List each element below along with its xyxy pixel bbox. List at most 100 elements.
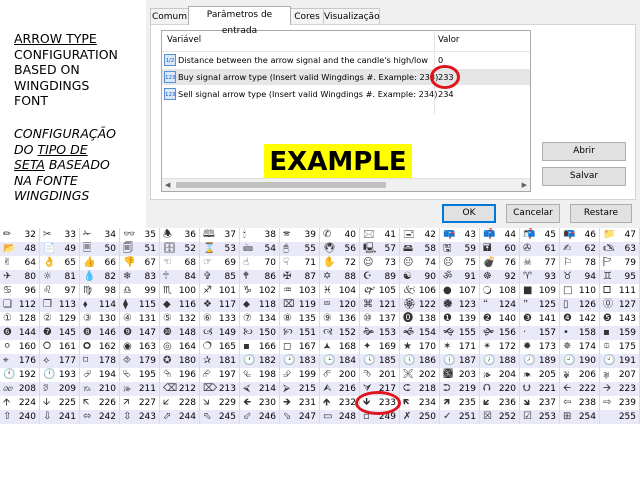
wingdings-cell: 📭 46	[560, 228, 600, 242]
wingdings-glyph-icon: ✏	[3, 229, 12, 240]
wingdings-cell: ⇧ 240	[0, 410, 40, 424]
wingdings-cell: 🙷 125	[520, 298, 560, 312]
wingdings-code: 105	[378, 286, 396, 296]
wingdings-glyph-icon: ⮘	[243, 383, 251, 394]
wingdings-glyph-icon: ♊	[603, 271, 612, 282]
wingdings-glyph-icon: 🕔	[403, 355, 416, 366]
tab-cores[interactable]: Cores	[290, 8, 324, 24]
wingdings-cell: 🕚 192	[0, 368, 40, 382]
reset-button[interactable]: Restare	[570, 204, 632, 223]
wingdings-code: 33	[64, 230, 76, 240]
wingdings-glyph-icon: 📁	[603, 229, 616, 240]
param-row-sell-arrow[interactable]: 123 Sell signal arrow type (Insert valid…	[162, 86, 530, 102]
scroll-right-icon[interactable]: ▶	[522, 181, 527, 189]
wingdings-code: 154	[418, 328, 436, 338]
value-column-header[interactable]: Valor	[438, 35, 459, 45]
wingdings-code: 223	[618, 384, 636, 394]
wingdings-glyph-icon: ⮈	[403, 383, 411, 394]
wingdings-cell: ▪ 166	[240, 340, 280, 354]
wingdings-cell: ☜ 68	[160, 256, 200, 270]
wingdings-row: ✏ 32 ✂ 33 ✁ 34 👓 35 🕭 36 🕮 37 🕯 38 🕿 39 ✆ 40 🖂 41 🖃 42 📪 43 📫 44 📬…	[0, 228, 640, 242]
wingdings-glyph-icon: ◆	[163, 299, 171, 310]
wingdings-code: 45	[544, 230, 556, 240]
fraction-type-icon: 1/2	[164, 54, 176, 66]
wingdings-glyph-icon: ♑	[243, 285, 252, 296]
wingdings-glyph-icon: 🙒	[83, 383, 91, 394]
param-row-buy-arrow[interactable]: 123 Buy signal arrow type (Insert valid …	[162, 69, 530, 85]
wingdings-cell: ❒ 113	[40, 298, 80, 312]
wingdings-code: 140	[498, 314, 516, 324]
wingdings-glyph-icon: 🕛	[43, 369, 56, 380]
wingdings-glyph-icon: 🡫	[43, 397, 51, 408]
wingdings-code: 118	[258, 300, 276, 310]
wingdings-code: 79	[624, 258, 636, 268]
wingdings-cell: 📂 48	[0, 242, 40, 256]
wingdings-cell: 🟂 168	[320, 340, 360, 354]
wingdings-cell: ⓿ 138	[400, 312, 440, 326]
wingdings-code: 191	[618, 356, 636, 366]
wingdings-cell: 🖰 55	[280, 242, 320, 256]
annotation-pt-text: DO	[14, 141, 38, 157]
wingdings-code: 124	[498, 300, 516, 310]
wingdings-cell: ❾ 147	[120, 326, 160, 340]
annotation-portuguese: CONFIGURAÇÃO DO TIPO DE SETA BASEADO NA …	[14, 126, 116, 204]
wingdings-glyph-icon: ♓	[323, 285, 332, 296]
open-button[interactable]: Abrir	[542, 142, 626, 161]
wingdings-code: 137	[378, 314, 396, 324]
tab-visualizacao[interactable]: Visualização	[323, 8, 380, 24]
wingdings-glyph-icon: 💧	[83, 271, 96, 282]
wingdings-code: 177	[58, 356, 76, 366]
wingdings-cell: ♊ 95	[600, 270, 640, 284]
wingdings-cell: ⧫ 115	[120, 298, 160, 312]
wingdings-cell: 🕯 38	[240, 228, 280, 242]
cancel-button[interactable]: Cancelar	[506, 204, 560, 223]
wingdings-code: 113	[58, 300, 76, 310]
wingdings-row: ♋ 96 ♌ 97 ♍ 98 ♎ 99 ♏ 100 ♐ 101 ♑ 102 ♒ 103 ♓ 104 🙰 105 🙵 106…	[0, 284, 640, 298]
wingdings-glyph-icon: 📬	[523, 229, 536, 240]
wingdings-cell: 🡽 235	[440, 396, 480, 410]
wingdings-glyph-icon: 🡾	[523, 397, 530, 408]
wingdings-cell: 🙠 150	[240, 326, 280, 340]
horizontal-scrollbar[interactable]: ◀ ▶	[162, 178, 530, 191]
tab-input-parameters[interactable]: Parâmetros de entrada	[188, 6, 291, 36]
wingdings-cell: □ 110	[560, 284, 600, 298]
wingdings-glyph-icon: 👎	[123, 257, 136, 268]
wingdings-code: 239	[618, 398, 636, 408]
wingdings-code: 246	[258, 412, 276, 422]
wingdings-glyph-icon: ⬥	[243, 299, 250, 310]
ok-button[interactable]: OK	[442, 204, 496, 223]
wingdings-cell: ☸ 92	[480, 270, 520, 284]
wingdings-glyph-icon: ♐	[203, 285, 212, 296]
wingdings-glyph-icon: ⯐	[603, 341, 611, 352]
variable-column-header[interactable]: Variável	[167, 35, 201, 45]
wingdings-row: ✈ 80 ☼ 81 💧 82 ❄ 83 🕆 84 ✞ 85 🕈 86 ✠ 87 ✡ 88 ☪ 89 ☯ 90 ॐ 91 ☸ 92 ♈…	[0, 270, 640, 284]
wingdings-cell: ⊞ 254	[560, 410, 600, 424]
wingdings-code: 139	[458, 314, 476, 324]
wingdings-glyph-icon: 🞈	[83, 341, 91, 352]
wingdings-code: 220	[498, 384, 516, 394]
param-row-distance[interactable]: 1/2 Distance between the arrow signal an…	[162, 52, 530, 68]
wingdings-glyph-icon: ♈	[523, 271, 532, 282]
wingdings-code: 252	[498, 412, 516, 422]
wingdings-cell: 🕘 190	[560, 354, 600, 368]
wingdings-glyph-icon: ♍	[83, 285, 92, 296]
wingdings-glyph-icon: ✆	[323, 229, 332, 240]
wingdings-glyph-icon: 👓	[123, 229, 136, 240]
wingdings-cell: ❻ 144	[0, 326, 40, 340]
scrollbar-thumb[interactable]	[176, 182, 386, 188]
wingdings-glyph-icon: 📫	[483, 229, 496, 240]
wingdings-glyph-icon: 🖎	[603, 243, 615, 254]
wingdings-cell: ❿ 148	[160, 326, 200, 340]
wingdings-cell: ⚪ 160	[0, 340, 40, 354]
wingdings-code: 194	[98, 370, 116, 380]
wingdings-cell: ☝ 70	[240, 256, 280, 270]
save-button[interactable]: Salvar	[542, 167, 626, 186]
wingdings-code: 142	[578, 314, 596, 324]
wingdings-glyph-icon: 🕖	[483, 355, 496, 366]
tab-comum[interactable]: Comum	[150, 8, 189, 24]
wingdings-glyph-icon: 🙟	[483, 327, 495, 338]
wingdings-glyph-icon: 🙣	[323, 327, 333, 338]
wingdings-cell: 🖂 41	[360, 228, 400, 242]
wingdings-glyph-icon: ⬧	[83, 299, 88, 310]
scroll-left-icon[interactable]: ◀	[165, 181, 170, 189]
